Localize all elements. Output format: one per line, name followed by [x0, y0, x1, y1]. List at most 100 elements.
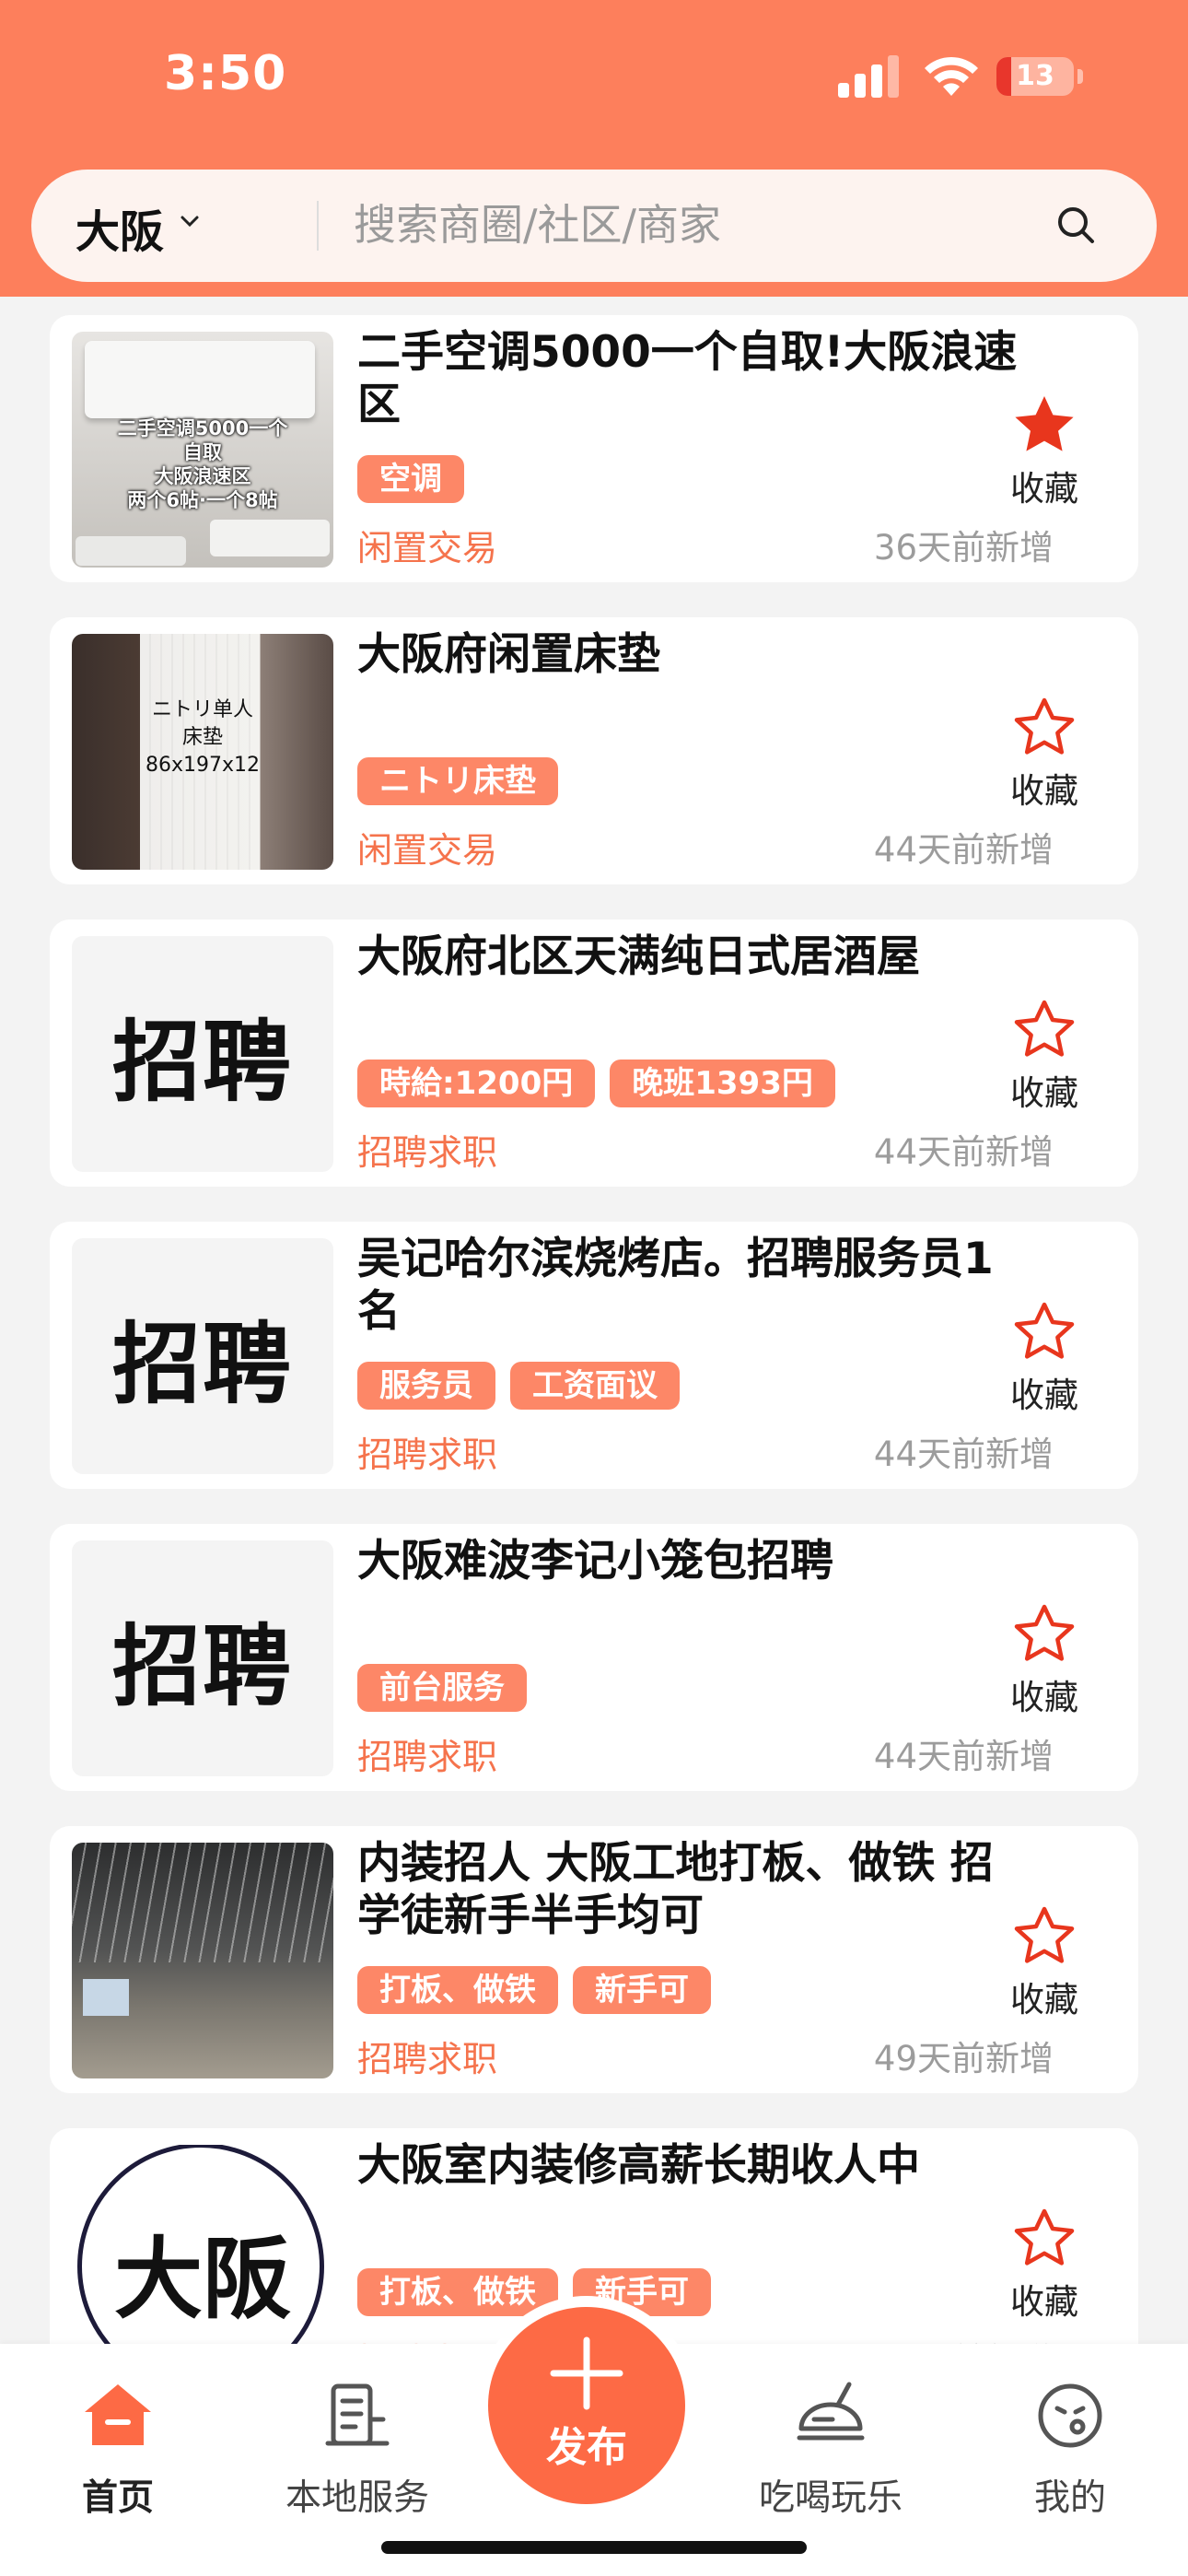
listing-time: 36天前新增 — [873, 528, 1054, 568]
search-input[interactable] — [354, 192, 1035, 258]
listing-tag: 服务员 — [357, 1362, 495, 1410]
listing-tags: 時給:1200円 晚班1393円 — [357, 1060, 850, 1107]
listing-category: 招聘求职 — [357, 1737, 498, 1777]
tab-local-services[interactable]: 本地服务 — [265, 2377, 449, 2519]
listing-category: 招聘求职 — [357, 1132, 498, 1173]
listing-thumbnail[interactable] — [72, 1843, 333, 2078]
status-time: 3:50 — [164, 46, 287, 101]
listing-title[interactable]: 吴记哈尔滨烧烤店。招聘服务员1名 — [357, 1233, 1020, 1338]
listing-time: 44天前新增 — [873, 830, 1054, 870]
listing-tags: ニトリ床垫 — [357, 757, 573, 805]
listing-card[interactable]: 内装招人 大阪工地打板、做铁 招学徒新手半手均可 打板、做铁 新手可 招聘求职 4… — [50, 1826, 1138, 2093]
listing-title[interactable]: 二手空调5000一个自取!大阪浪速区 — [357, 326, 1020, 431]
wifi-icon — [925, 56, 978, 96]
listing-time: 44天前新增 — [873, 1434, 1054, 1474]
listing-thumbnail[interactable]: 大阪 — [72, 2145, 333, 2344]
listing-category: 招聘求职 — [357, 1434, 498, 1475]
smiley-icon — [1038, 2383, 1102, 2448]
listing-title[interactable]: 大阪府闲置床垫 — [357, 628, 1020, 681]
listing-time: 49天前新增 — [873, 2039, 1054, 2078]
tab-food-fun-label: 吃喝玩乐 — [758, 2477, 903, 2519]
battery-icon: 13 — [996, 57, 1074, 96]
building-icon — [325, 2383, 390, 2446]
favorite-label: 收藏 — [1010, 1376, 1078, 1415]
listing-tag: 工资面议 — [510, 1362, 680, 1410]
listing-tags: 服务员 工资面议 — [357, 1362, 694, 1410]
listing-thumbnail[interactable]: ニトリ单人 床垫 86x197x12 — [72, 634, 333, 870]
publish-button[interactable]: 发布 — [488, 2307, 685, 2504]
listing-list[interactable]: 二手空调5000一个 自取 大阪浪速区 两个6帖·一个8帖 二手空调5000一个… — [0, 297, 1188, 2344]
star-outline-icon — [1014, 1604, 1075, 1661]
favorite-button[interactable]: 收藏 — [998, 1601, 1090, 1721]
listing-time: 44天前新增 — [873, 1132, 1054, 1172]
favorite-label: 收藏 — [1010, 1073, 1078, 1113]
battery-level: 13 — [1016, 60, 1054, 92]
listing-category: 闲置交易 — [357, 830, 498, 871]
tab-home[interactable]: 首页 — [26, 2377, 210, 2519]
listing-title[interactable]: 内装招人 大阪工地打板、做铁 招学徒新手半手均可 — [357, 1837, 1020, 1942]
thumbnail-caption: 大阪 — [114, 2228, 291, 2331]
listing-category: 闲置交易 — [357, 528, 498, 568]
favorite-button[interactable]: 收藏 — [998, 997, 1090, 1117]
thumbnail-caption: ニトリ单人 床垫 86x197x12 — [145, 698, 261, 777]
favorite-button[interactable]: 收藏 — [998, 392, 1090, 512]
listing-title[interactable]: 大阪难波李记小笼包招聘 — [357, 1535, 1020, 1587]
tab-home-label: 首页 — [81, 2477, 154, 2519]
listing-thumbnail[interactable]: 招聘 — [72, 1540, 333, 1776]
tab-me-label: 我的 — [1033, 2477, 1106, 2519]
signal-icon — [838, 53, 903, 98]
search-bar: 大阪 — [31, 170, 1157, 282]
star-outline-icon — [1014, 697, 1075, 755]
favorite-button[interactable]: 收藏 — [998, 695, 1090, 814]
listing-card[interactable]: 二手空调5000一个 自取 大阪浪速区 两个6帖·一个8帖 二手空调5000一个… — [50, 315, 1138, 582]
city-selector[interactable]: 大阪 — [76, 195, 164, 260]
listing-card[interactable]: 招聘 吴记哈尔滨烧烤店。招聘服务员1名 服务员 工资面议 招聘求职 44天前新增 … — [50, 1222, 1138, 1489]
listing-tag: 新手可 — [573, 1966, 711, 2014]
listing-tag: 前台服务 — [357, 1664, 527, 1712]
listing-card[interactable]: 招聘 大阪府北区天满纯日式居酒屋 時給:1200円 晚班1393円 招聘求职 44… — [50, 919, 1138, 1187]
tab-me[interactable]: 我的 — [978, 2377, 1162, 2519]
search-divider — [317, 201, 319, 251]
favorite-label: 收藏 — [1010, 469, 1078, 509]
listing-category: 招聘求职 — [357, 2039, 498, 2079]
home-indicator — [381, 2541, 807, 2554]
favorite-button[interactable]: 收藏 — [998, 2206, 1090, 2325]
star-filled-icon — [1015, 396, 1074, 451]
favorite-label: 收藏 — [1010, 1980, 1078, 2020]
star-outline-icon — [1014, 2208, 1075, 2266]
star-outline-icon — [1014, 1000, 1075, 1057]
listing-category: 招聘求职 — [357, 2333, 497, 2344]
listing-tag: 打板、做铁 — [357, 2268, 558, 2316]
listing-tag: 晚班1393円 — [610, 1060, 835, 1107]
plus-icon — [550, 2336, 623, 2410]
listing-thumbnail[interactable]: 招聘 — [72, 936, 333, 1172]
listing-time: 49天前新增 — [874, 2333, 1054, 2344]
listing-thumbnail[interactable]: 二手空调5000一个 自取 大阪浪速区 两个6帖·一个8帖 — [72, 332, 333, 568]
listing-thumbnail[interactable]: 招聘 — [72, 1238, 333, 1474]
thumbnail-caption: 二手空调5000一个 自取 大阪浪速区 两个6帖·一个8帖 — [117, 417, 288, 511]
top-header: 3:50 13 大阪 — [0, 0, 1188, 297]
favorite-button[interactable]: 收藏 — [998, 1903, 1090, 2023]
listing-tag: 打板、做铁 — [357, 1966, 558, 2014]
favorite-label: 收藏 — [1010, 1678, 1078, 1717]
home-icon — [85, 2384, 151, 2445]
chevron-down-icon[interactable] — [177, 210, 203, 232]
listing-tags: 前台服务 — [357, 1664, 542, 1712]
listing-tag: 空调 — [357, 455, 464, 503]
listing-title[interactable]: 大阪府北区天满纯日式居酒屋 — [357, 931, 1020, 983]
favorite-label: 收藏 — [1010, 771, 1078, 811]
star-outline-icon — [1014, 1906, 1075, 1963]
listing-card[interactable]: ニトリ单人 床垫 86x197x12 大阪府闲置床垫 ニトリ床垫 闲置交易 44… — [50, 617, 1138, 884]
listing-title[interactable]: 大阪室内装修高薪长期收人中 — [357, 2139, 1020, 2192]
favorite-label: 收藏 — [1010, 2282, 1078, 2322]
listing-card[interactable]: 招聘 大阪难波李记小笼包招聘 前台服务 招聘求职 44天前新增 收藏 — [50, 1524, 1138, 1791]
food-icon — [797, 2382, 865, 2441]
tab-local-services-label: 本地服务 — [285, 2477, 429, 2519]
listing-tags: 打板、做铁 新手可 — [357, 1966, 726, 2014]
star-outline-icon — [1014, 1302, 1075, 1359]
tab-food-fun[interactable]: 吃喝玩乐 — [739, 2377, 923, 2519]
listing-tag: 時給:1200円 — [357, 1060, 596, 1107]
search-icon[interactable] — [1054, 203, 1100, 249]
publish-label: 发布 — [546, 2424, 627, 2471]
favorite-button[interactable]: 收藏 — [998, 1299, 1090, 1419]
